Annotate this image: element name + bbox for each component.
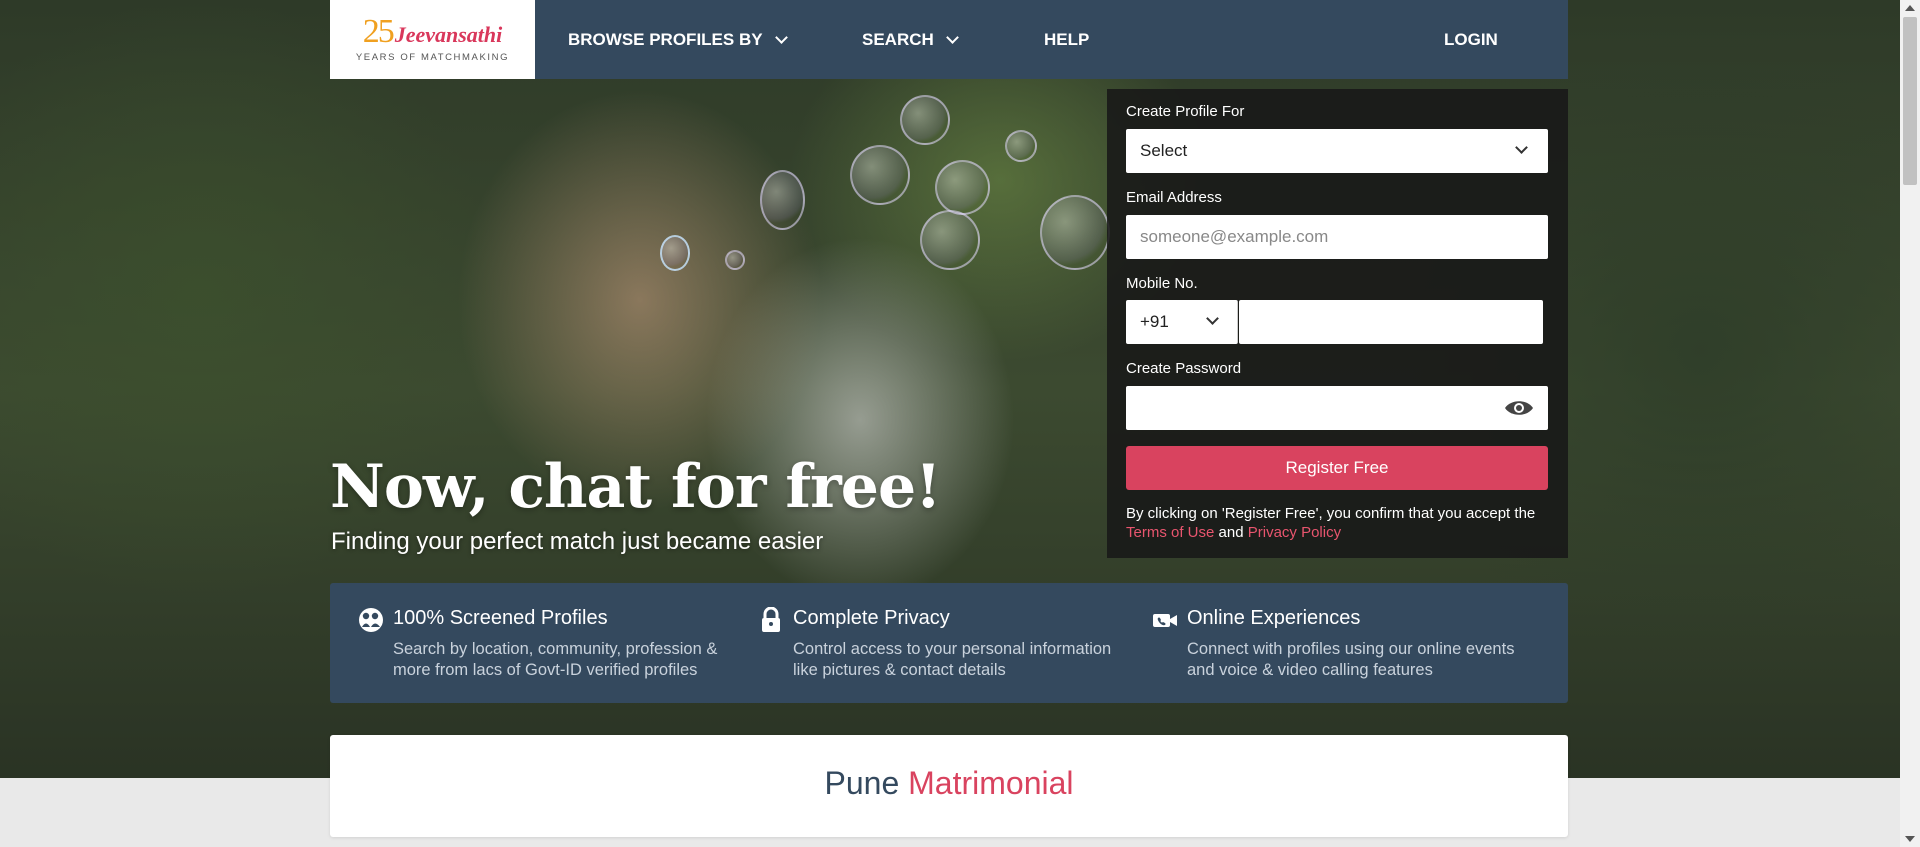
search-label: SEARCH bbox=[862, 29, 934, 49]
terms-of-use-link[interactable]: Terms of Use bbox=[1126, 524, 1214, 541]
bubble-decoration bbox=[1005, 130, 1037, 162]
feature-desc-line: Control access to your personal informat… bbox=[793, 640, 1112, 658]
feature-description: Search by location, community, professio… bbox=[393, 639, 717, 681]
features-bar: 100% Screened Profiles Search by locatio… bbox=[330, 583, 1568, 703]
country-code-value: +91 bbox=[1140, 312, 1169, 331]
bubble-decoration bbox=[920, 210, 980, 270]
section-title-accent: Matrimonial bbox=[908, 765, 1074, 801]
scrollbar-thumb[interactable] bbox=[1903, 17, 1917, 185]
email-field[interactable] bbox=[1140, 215, 1548, 259]
section-title-city: Pune bbox=[824, 765, 900, 801]
registration-form: Create Profile For Select Email Address … bbox=[1107, 89, 1568, 558]
terms-text: By clicking on 'Register Free', you conf… bbox=[1126, 505, 1536, 522]
terms-notice: By clicking on 'Register Free', you conf… bbox=[1126, 504, 1556, 542]
feature-desc-line: more from lacs of Govt-ID verified profi… bbox=[393, 661, 698, 679]
feature-desc-line: and voice & video calling features bbox=[1187, 661, 1433, 679]
feature-description: Connect with profiles using our online e… bbox=[1187, 639, 1514, 681]
chevron-down-icon bbox=[945, 30, 959, 44]
lock-icon bbox=[762, 607, 780, 632]
logo-tagline: YEARS OF MATCHMAKING bbox=[355, 51, 510, 63]
bubble-decoration bbox=[760, 170, 805, 230]
logo[interactable]: 25 Jeevansathi YEARS OF MATCHMAKING bbox=[330, 0, 535, 79]
email-label: Email Address bbox=[1126, 189, 1222, 206]
bubble-decoration bbox=[1040, 195, 1110, 270]
profile-for-value: Select bbox=[1140, 141, 1188, 160]
scroll-down-arrow[interactable] bbox=[1905, 836, 1915, 842]
login-link[interactable]: LOGIN bbox=[1444, 0, 1498, 79]
help-link[interactable]: HELP bbox=[1044, 0, 1089, 79]
feature-title: Online Experiences bbox=[1187, 607, 1361, 629]
feature-title: Complete Privacy bbox=[793, 607, 950, 629]
mobile-label: Mobile No. bbox=[1126, 275, 1198, 292]
logo-name: Jeevansathi bbox=[394, 21, 503, 47]
profile-for-label: Create Profile For bbox=[1126, 103, 1245, 120]
feature-desc-line: like pictures & contact details bbox=[793, 661, 1006, 679]
chevron-down-icon bbox=[774, 30, 788, 44]
eye-icon[interactable] bbox=[1504, 398, 1534, 418]
chevron-down-icon bbox=[1206, 312, 1219, 325]
video-call-icon bbox=[1153, 614, 1177, 627]
hero-title: Now, chat for free! bbox=[330, 452, 941, 522]
email-field-wrapper bbox=[1126, 215, 1548, 259]
browse-profiles-label: BROWSE PROFILES BY bbox=[568, 29, 763, 49]
feature-desc-line: Connect with profiles using our online e… bbox=[1187, 640, 1515, 658]
section-title: Pune Matrimonial bbox=[330, 765, 1568, 802]
bubble-decoration bbox=[850, 145, 910, 205]
bubble-decoration bbox=[725, 250, 745, 270]
top-nav: 25 Jeevansathi YEARS OF MATCHMAKING BROW… bbox=[330, 0, 1568, 79]
bubble-decoration bbox=[935, 160, 990, 215]
password-field[interactable] bbox=[1126, 386, 1548, 430]
feature-desc-line: Search by location, community, professio… bbox=[393, 640, 718, 658]
hero-subtitle: Finding your perfect match just became e… bbox=[331, 528, 824, 555]
terms-and-text: and bbox=[1218, 524, 1244, 541]
register-free-button[interactable]: Register Free bbox=[1126, 446, 1548, 490]
bubble-decoration bbox=[900, 95, 950, 145]
bubble-decoration bbox=[660, 235, 690, 271]
search-menu[interactable]: SEARCH bbox=[862, 0, 959, 79]
chevron-down-icon bbox=[1515, 141, 1528, 154]
city-matrimonial-card: Pune Matrimonial bbox=[330, 735, 1568, 837]
browse-profiles-menu[interactable]: BROWSE PROFILES BY bbox=[568, 0, 788, 79]
logo-number: 25 bbox=[362, 12, 395, 50]
feature-title: 100% Screened Profiles bbox=[393, 607, 608, 629]
password-label: Create Password bbox=[1126, 360, 1242, 377]
country-code-select[interactable]: +91 bbox=[1126, 300, 1238, 344]
feature-description: Control access to your personal informat… bbox=[793, 639, 1111, 681]
scroll-up-arrow[interactable] bbox=[1905, 5, 1915, 11]
privacy-policy-link[interactable]: Privacy Policy bbox=[1248, 524, 1341, 541]
profile-for-select[interactable]: Select bbox=[1126, 129, 1548, 173]
mobile-field[interactable] bbox=[1239, 300, 1543, 344]
faces-icon bbox=[359, 608, 383, 632]
page-scrollbar[interactable] bbox=[1900, 0, 1920, 847]
